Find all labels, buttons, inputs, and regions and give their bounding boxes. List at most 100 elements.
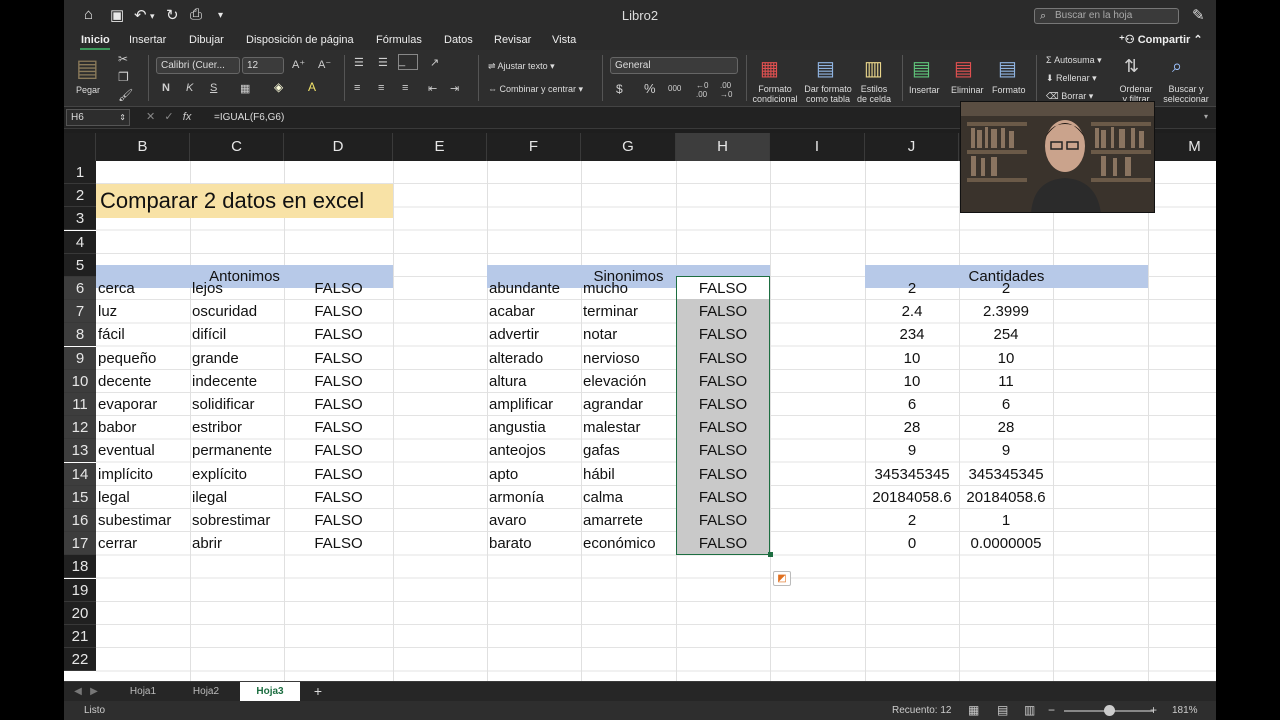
quantity-a[interactable]: 2 — [865, 277, 959, 300]
sheet-title-cell[interactable]: Comparar 2 datos en excel — [96, 184, 393, 219]
synonym-result[interactable]: FALSO — [676, 416, 770, 439]
antonym-result[interactable]: FALSO — [284, 370, 393, 393]
synonym-word-a[interactable]: abundante — [487, 277, 581, 300]
align-right-icon[interactable]: ≡ — [402, 82, 408, 94]
share-button[interactable]: ⁺⚇ Compartir ⌃ — [1119, 33, 1203, 46]
quantity-a[interactable]: 28 — [865, 416, 959, 439]
row-header[interactable]: 16 — [64, 509, 96, 532]
column-header[interactable]: G — [581, 133, 676, 161]
paste-icon[interactable]: ▤ — [76, 54, 99, 83]
row-header[interactable]: 20 — [64, 601, 96, 625]
synonym-result[interactable]: FALSO — [676, 509, 770, 532]
synonym-result[interactable]: FALSO — [676, 439, 770, 462]
sort-filter-icon[interactable]: ⇅ — [1124, 56, 1139, 77]
tab-vista[interactable]: Vista — [552, 34, 576, 46]
synonym-result[interactable]: FALSO — [676, 532, 770, 555]
autosum-button[interactable]: Σ Autosuma ▾ — [1046, 55, 1102, 66]
quantity-b[interactable]: 345345345 — [959, 463, 1053, 486]
page-break-icon[interactable]: ▥ — [1024, 701, 1035, 720]
delete-cells-label[interactable]: Eliminar — [951, 85, 984, 95]
sheet-tab-hoja3[interactable]: Hoja3 — [240, 682, 300, 701]
antonym-result[interactable]: FALSO — [284, 463, 393, 486]
antonym-word-a[interactable]: legal — [96, 486, 190, 509]
synonym-word-a[interactable]: apto — [487, 463, 581, 486]
row-header[interactable]: 9 — [64, 346, 96, 370]
format-painter-icon[interactable]: 🖌 — [118, 88, 133, 102]
zoom-out-icon[interactable]: − — [1048, 701, 1055, 720]
row-header[interactable]: 18 — [64, 555, 96, 579]
column-header[interactable]: C — [190, 133, 284, 161]
quantity-b[interactable]: 6 — [959, 393, 1053, 416]
align-middle-icon[interactable]: ☰ — [378, 56, 388, 69]
column-header[interactable]: B — [96, 133, 190, 161]
tab-datos[interactable]: Datos — [444, 34, 473, 46]
align-left-icon[interactable]: ≡ — [354, 82, 360, 94]
antonym-word-a[interactable]: cerrar — [96, 532, 190, 555]
enter-icon[interactable]: ✓ — [164, 111, 173, 123]
row-header[interactable]: 12 — [64, 416, 96, 440]
antonym-word-b[interactable]: lejos — [190, 277, 284, 300]
synonym-word-a[interactable]: armonía — [487, 486, 581, 509]
tab-dibujar[interactable]: Dibujar — [189, 34, 224, 46]
decrease-font-icon[interactable]: A⁻ — [318, 58, 331, 71]
synonym-word-b[interactable]: hábil — [581, 463, 676, 486]
cells-area[interactable]: Comparar 2 datos en excel Antonimos Sino… — [96, 161, 1216, 681]
copy-icon[interactable]: ❐ — [118, 70, 129, 84]
borders-icon[interactable]: ▦ — [240, 82, 250, 95]
find-icon[interactable]: ⌕ — [1172, 56, 1182, 77]
synonym-result[interactable]: FALSO — [676, 347, 770, 370]
antonym-result[interactable]: FALSO — [284, 509, 393, 532]
synonym-result[interactable]: FALSO — [676, 393, 770, 416]
synonym-word-b[interactable]: elevación — [581, 370, 676, 393]
synonym-word-a[interactable]: angustia — [487, 416, 581, 439]
select-all-corner[interactable] — [64, 133, 96, 161]
align-top-icon[interactable]: ☰ — [354, 56, 364, 69]
quantity-b[interactable]: 2.3999 — [959, 300, 1053, 323]
synonym-word-a[interactable]: altura — [487, 370, 581, 393]
font-name-select[interactable]: Calibri (Cuer... — [156, 57, 240, 74]
antonym-word-a[interactable]: luz — [96, 300, 190, 323]
antonym-result[interactable]: FALSO — [284, 486, 393, 509]
antonym-result[interactable]: FALSO — [284, 323, 393, 346]
row-header[interactable]: 8 — [64, 323, 96, 347]
conditional-format-icon[interactable]: ▦ — [760, 56, 779, 81]
sheet-tab-hoja2[interactable]: Hoja2 — [178, 682, 234, 701]
antonym-word-b[interactable]: oscuridad — [190, 300, 284, 323]
fill-color-icon[interactable]: ◈ — [274, 80, 283, 94]
synonym-word-a[interactable]: acabar — [487, 300, 581, 323]
fill-button[interactable]: ⬇ Rellenar ▾ — [1046, 73, 1097, 84]
antonym-word-b[interactable]: indecente — [190, 370, 284, 393]
increase-indent-icon[interactable]: ⇥ — [450, 82, 459, 95]
row-header[interactable]: 4 — [64, 230, 96, 254]
quantity-a[interactable]: 20184058.6 — [865, 486, 959, 509]
normal-view-icon[interactable]: ▦ — [968, 701, 979, 720]
row-header[interactable]: 10 — [64, 369, 96, 393]
synonym-word-b[interactable]: notar — [581, 323, 676, 346]
align-center-icon[interactable]: ≡ — [378, 82, 384, 94]
synonym-word-b[interactable]: gafas — [581, 439, 676, 462]
row-header[interactable]: 3 — [64, 207, 96, 231]
tab-inicio[interactable]: Inicio — [81, 34, 110, 46]
page-layout-icon[interactable]: ▤ — [997, 701, 1008, 720]
tab-formulas[interactable]: Fórmulas — [376, 34, 422, 46]
merge-center-button[interactable]: ⇔ Combinar y centrar ▾ — [488, 84, 583, 95]
zoom-in-icon[interactable]: + — [1150, 701, 1157, 720]
quantity-b[interactable]: 11 — [959, 370, 1053, 393]
quantity-b[interactable]: 2 — [959, 277, 1053, 300]
antonym-result[interactable]: FALSO — [284, 393, 393, 416]
antonym-word-a[interactable]: eventual — [96, 439, 190, 462]
synonym-word-a[interactable]: alterado — [487, 347, 581, 370]
synonym-result[interactable]: FALSO — [676, 300, 770, 323]
prev-sheet-icon[interactable]: ◀ — [72, 682, 84, 701]
synonym-result[interactable]: FALSO — [676, 486, 770, 509]
row-header[interactable]: 14 — [64, 462, 96, 486]
antonym-word-b[interactable]: estribor — [190, 416, 284, 439]
column-header[interactable]: F — [487, 133, 581, 161]
quantity-b[interactable]: 10 — [959, 347, 1053, 370]
antonym-word-b[interactable]: ilegal — [190, 486, 284, 509]
synonym-word-b[interactable]: agrandar — [581, 393, 676, 416]
cell-styles-button[interactable]: Estilos de celda — [852, 84, 896, 104]
format-cells-label[interactable]: Formato — [992, 85, 1026, 95]
synonym-word-a[interactable]: avaro — [487, 509, 581, 532]
quantity-a[interactable]: 0 — [865, 532, 959, 555]
